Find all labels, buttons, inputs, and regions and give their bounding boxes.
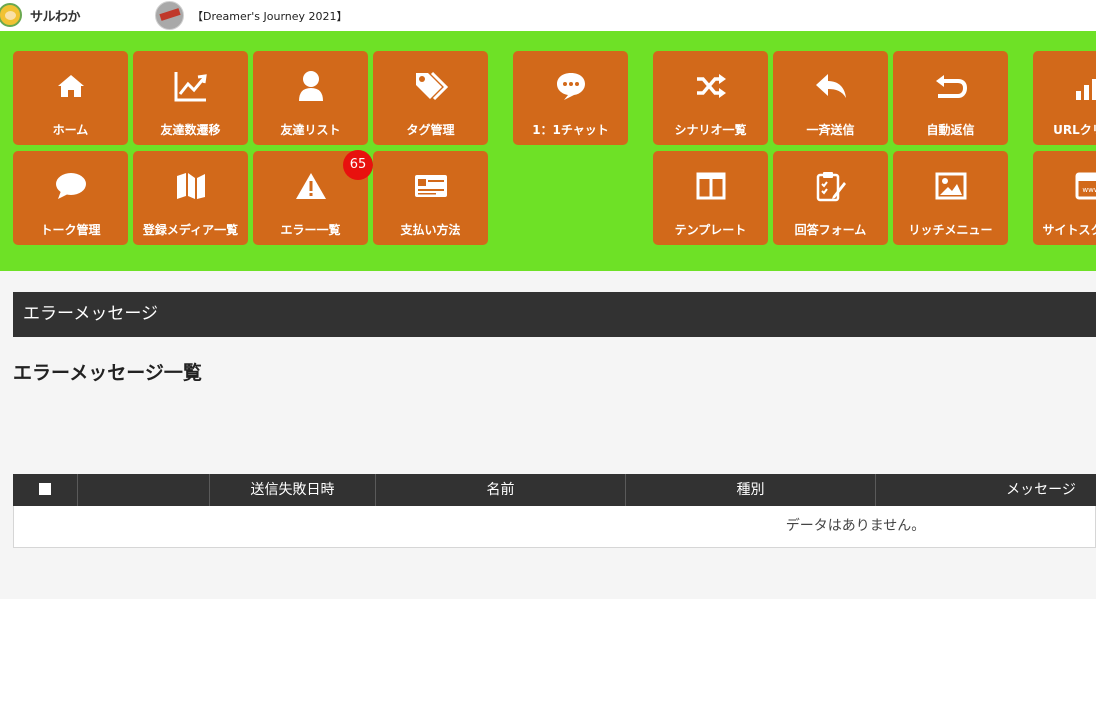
error-count-badge: 65 xyxy=(343,150,373,180)
reply-icon xyxy=(773,69,888,103)
account-avatar xyxy=(155,1,184,30)
select-all-cell xyxy=(13,474,78,506)
return-icon xyxy=(893,69,1008,103)
menu-label: 支払い方法 xyxy=(400,223,461,237)
menu-tile-answer-form[interactable]: 回答フォーム xyxy=(773,151,888,245)
table-body: データはありません。 xyxy=(13,506,1096,548)
image-icon xyxy=(893,169,1008,203)
menu-label: シナリオ一覧 xyxy=(674,123,747,137)
column-header-type[interactable]: 種別 xyxy=(626,474,876,506)
error-message-table: 送信失敗日時 名前 種別 メッセージ データはありません。 xyxy=(13,474,1096,548)
menu-tile-template[interactable]: テンプレート xyxy=(653,151,768,245)
menu-tile-broadcast[interactable]: 一斉送信 xyxy=(773,51,888,145)
menu-tile-scenario[interactable]: シナリオ一覧 xyxy=(653,51,768,145)
account-name: 【Dreamer's Journey 2021】 xyxy=(192,9,348,23)
menu-label: エラー一覧 xyxy=(280,223,341,237)
svg-text:www: www xyxy=(1082,186,1096,194)
menu-tile-auto-reply[interactable]: 自動返信 xyxy=(893,51,1008,145)
menu-label: テンプレート xyxy=(674,223,747,237)
menu-label: 登録メディア一覧 xyxy=(142,223,239,237)
column-header-name[interactable]: 名前 xyxy=(376,474,626,506)
menu-label: URLクリック xyxy=(1053,123,1096,137)
menu-label: 一斉送信 xyxy=(806,123,855,137)
menu-tile-friend-trend[interactable]: 友達数遷移 xyxy=(133,51,248,145)
user-icon xyxy=(253,69,368,103)
account-switcher[interactable]: 【Dreamer's Journey 2021】 xyxy=(155,1,348,30)
menu-tile-tag[interactable]: タグ管理 xyxy=(373,51,488,145)
menu-label: 友達数遷移 xyxy=(160,123,221,137)
main-menu: ホーム 友達数遷移 友達リスト タグ管理 1：1チャット シナリオ一覧 一斉送信… xyxy=(0,31,1096,271)
empty-message: データはありません。 xyxy=(785,518,926,534)
menu-tile-url-click[interactable]: URLクリック xyxy=(1033,51,1096,145)
line-chart-icon xyxy=(133,69,248,103)
select-all-checkbox[interactable] xyxy=(39,482,51,495)
menu-label: タグ管理 xyxy=(406,123,455,137)
app-logo[interactable]: サルわか xyxy=(0,2,81,28)
menu-tile-media[interactable]: 登録メディア一覧 xyxy=(133,151,248,245)
column-header-blank xyxy=(78,474,210,506)
columns-icon xyxy=(653,169,768,203)
section-header: エラーメッセージ xyxy=(13,292,1096,337)
column-header-message[interactable]: メッセージ xyxy=(876,474,1096,506)
home-icon xyxy=(13,69,128,103)
page-title: エラーメッセージ一覧 xyxy=(13,362,202,384)
menu-label: 1：1チャット xyxy=(532,123,609,137)
monkey-logo-icon xyxy=(0,3,22,27)
menu-label: リッチメニュー xyxy=(908,223,993,237)
menu-tile-site-script[interactable]: www サイトスクリプト xyxy=(1033,151,1096,245)
menu-label: ホーム xyxy=(52,123,89,137)
map-icon xyxy=(133,169,248,203)
menu-label: 友達リスト xyxy=(280,123,341,137)
menu-tile-friend-list[interactable]: 友達リスト xyxy=(253,51,368,145)
menu-tile-rich-menu[interactable]: リッチメニュー xyxy=(893,151,1008,245)
menu-tile-chat[interactable]: 1：1チャット xyxy=(513,51,628,145)
column-header-failed-at[interactable]: 送信失敗日時 xyxy=(210,474,376,506)
menu-label: トーク管理 xyxy=(40,223,101,237)
comment-icon xyxy=(13,169,128,203)
tags-icon xyxy=(373,69,488,103)
main-content: エラーメッセージ エラーメッセージ一覧 送信失敗日時 名前 種別 メッセージ デ… xyxy=(0,271,1096,599)
bar-chart-icon xyxy=(1033,69,1096,103)
browser-window-icon: www xyxy=(1033,169,1096,203)
top-bar: サルわか 【Dreamer's Journey 2021】 xyxy=(0,0,1096,31)
logo-text: サルわか xyxy=(30,9,81,25)
menu-label: サイトスクリプト xyxy=(1042,223,1096,237)
table-header: 送信失敗日時 名前 種別 メッセージ xyxy=(13,474,1096,506)
chat-bubble-icon xyxy=(513,69,628,103)
shuffle-icon xyxy=(653,69,768,103)
menu-label: 自動返信 xyxy=(926,123,975,137)
menu-tile-home[interactable]: ホーム xyxy=(13,51,128,145)
menu-label: 回答フォーム xyxy=(794,223,867,237)
menu-tile-payment[interactable]: 支払い方法 xyxy=(373,151,488,245)
payment-card-icon xyxy=(373,169,488,203)
clipboard-edit-icon xyxy=(773,169,888,203)
menu-tile-talk[interactable]: トーク管理 xyxy=(13,151,128,245)
